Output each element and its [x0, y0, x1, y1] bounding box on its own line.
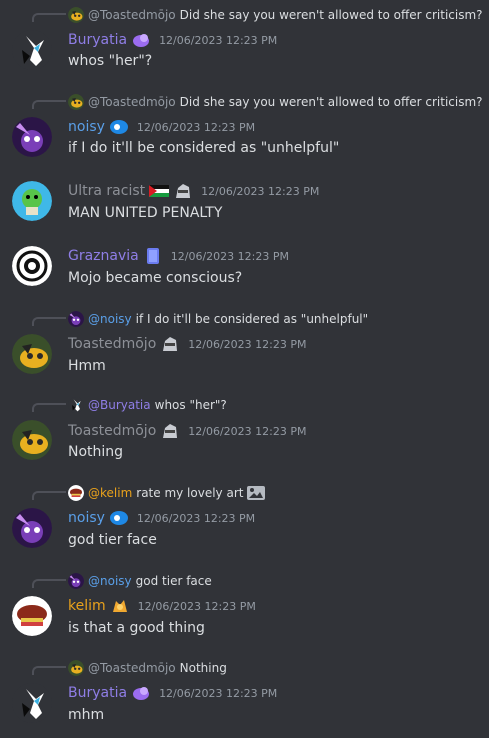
role-icon: [131, 684, 151, 702]
reply-text: rate my lovely art: [136, 486, 244, 500]
avatar[interactable]: [12, 246, 52, 286]
message-header: Buryatia 12/06/2023 12:23 PM: [68, 30, 277, 50]
reply-connector: [32, 579, 66, 588]
reply-preview[interactable]: @Toastedmōjo Did she say you weren't all…: [68, 6, 483, 24]
username[interactable]: Graznavia: [68, 248, 139, 264]
message-content: Nothing: [68, 444, 124, 460]
book-icon: [143, 247, 163, 265]
reply-avatar: [68, 311, 84, 327]
timestamp: 12/06/2023 12:23 PM: [136, 120, 256, 134]
image-icon: [247, 486, 265, 500]
reply-text: Did she say you weren't allowed to offer…: [179, 8, 483, 22]
username[interactable]: Buryatia: [68, 685, 127, 701]
timestamp: 12/06/2023 12:23 PM: [188, 424, 307, 438]
reply-preview[interactable]: @noisy god tier face: [68, 572, 212, 590]
reply-mention[interactable]: @kelim: [88, 486, 132, 500]
message-header: noisy 12/06/2023 12:23 PM: [68, 508, 255, 528]
message-content: whos "her"?: [68, 53, 153, 69]
timestamp: 12/06/2023 12:23 PM: [159, 686, 278, 700]
reply-preview[interactable]: @Buryatia whos "her"?: [68, 396, 227, 414]
timestamp: 12/06/2023 12:23 PM: [136, 511, 256, 525]
reply-text: Did she say you weren't allowed to offer…: [179, 95, 483, 109]
message-list: @Toastedmōjo Did she say you weren't all…: [0, 0, 489, 738]
username[interactable]: Buryatia: [68, 32, 127, 48]
reply-connector: [32, 666, 66, 675]
avatar[interactable]: [12, 420, 52, 460]
message-header: kelim 12/06/2023 12:23 PM: [68, 596, 256, 616]
flag-icon: [149, 182, 169, 200]
reply-avatar: [68, 94, 84, 110]
role-icon: [109, 509, 129, 527]
reply-mention[interactable]: @noisy: [88, 312, 132, 326]
role-icon: [110, 597, 130, 615]
reply-text: whos "her"?: [154, 398, 227, 412]
avatar[interactable]: [12, 117, 52, 157]
username[interactable]: noisy: [68, 119, 105, 135]
reply-preview[interactable]: @kelim rate my lovely art: [68, 484, 265, 502]
message-content: god tier face: [68, 532, 157, 548]
timestamp: 12/06/2023 12:23 PM: [188, 337, 307, 351]
message-header: Toastedmōjo 12/06/2023 12:23 PM: [68, 421, 306, 441]
knight-helmet-icon: [160, 422, 180, 440]
message-content: if I do it'll be considered as "unhelpfu…: [68, 140, 340, 156]
reply-avatar: [68, 660, 84, 676]
knight-helmet-icon: [160, 335, 180, 353]
message-content: is that a good thing: [68, 620, 205, 636]
message-content: Hmm: [68, 358, 106, 374]
reply-preview[interactable]: @Toastedmōjo Did she say you weren't all…: [68, 93, 483, 111]
role-icon: [131, 31, 151, 49]
username[interactable]: Toastedmōjo: [68, 423, 156, 439]
reply-connector: [32, 317, 66, 326]
username[interactable]: Ultra racist: [68, 183, 145, 199]
avatar[interactable]: [12, 181, 52, 221]
reply-mention[interactable]: @Toastedmōjo: [88, 8, 176, 22]
avatar[interactable]: [12, 683, 52, 723]
reply-avatar: [68, 573, 84, 589]
message-header: noisy 12/06/2023 12:23 PM: [68, 117, 255, 137]
reply-avatar: [68, 7, 84, 23]
avatar[interactable]: [12, 596, 52, 636]
avatar[interactable]: [12, 30, 52, 70]
role-icon: [109, 118, 129, 136]
reply-connector: [32, 403, 66, 412]
reply-connector: [32, 491, 66, 500]
timestamp: 12/06/2023 12:23 PM: [159, 33, 278, 47]
reply-text: Nothing: [179, 661, 227, 675]
timestamp: 12/06/2023 12:23 PM: [170, 249, 289, 263]
message-header: Buryatia 12/06/2023 12:23 PM: [68, 683, 277, 703]
avatar[interactable]: [12, 334, 52, 374]
message-content: MAN UNITED PENALTY: [68, 205, 223, 221]
message-header: Toastedmōjo 12/06/2023 12:23 PM: [68, 334, 306, 354]
reply-mention[interactable]: @Toastedmōjo: [88, 95, 176, 109]
knight-helmet-icon: [173, 182, 193, 200]
reply-preview[interactable]: @noisy if I do it'll be considered as "u…: [68, 310, 368, 328]
timestamp: 12/06/2023 12:23 PM: [201, 184, 320, 198]
message-header: Ultra racist 12/06/2023 12:23 PM: [68, 181, 319, 201]
message-content: Mojo became conscious?: [68, 270, 243, 286]
reply-mention[interactable]: @noisy: [88, 574, 132, 588]
reply-connector: [32, 13, 66, 22]
reply-text: god tier face: [135, 574, 212, 588]
username[interactable]: noisy: [68, 510, 105, 526]
message-header: Graznavia 12/06/2023 12:23 PM: [68, 246, 289, 266]
avatar[interactable]: [12, 508, 52, 548]
timestamp: 12/06/2023 12:23 PM: [137, 599, 256, 613]
reply-text: if I do it'll be considered as "unhelpfu…: [135, 312, 369, 326]
reply-avatar: [68, 485, 84, 501]
reply-preview[interactable]: @Toastedmōjo Nothing: [68, 659, 227, 677]
message-content: mhm: [68, 707, 105, 723]
username[interactable]: Toastedmōjo: [68, 336, 156, 352]
reply-avatar: [68, 397, 84, 413]
reply-mention[interactable]: @Toastedmōjo: [88, 661, 176, 675]
username[interactable]: kelim: [68, 598, 106, 614]
reply-connector: [32, 100, 66, 109]
reply-mention[interactable]: @Buryatia: [88, 398, 151, 412]
